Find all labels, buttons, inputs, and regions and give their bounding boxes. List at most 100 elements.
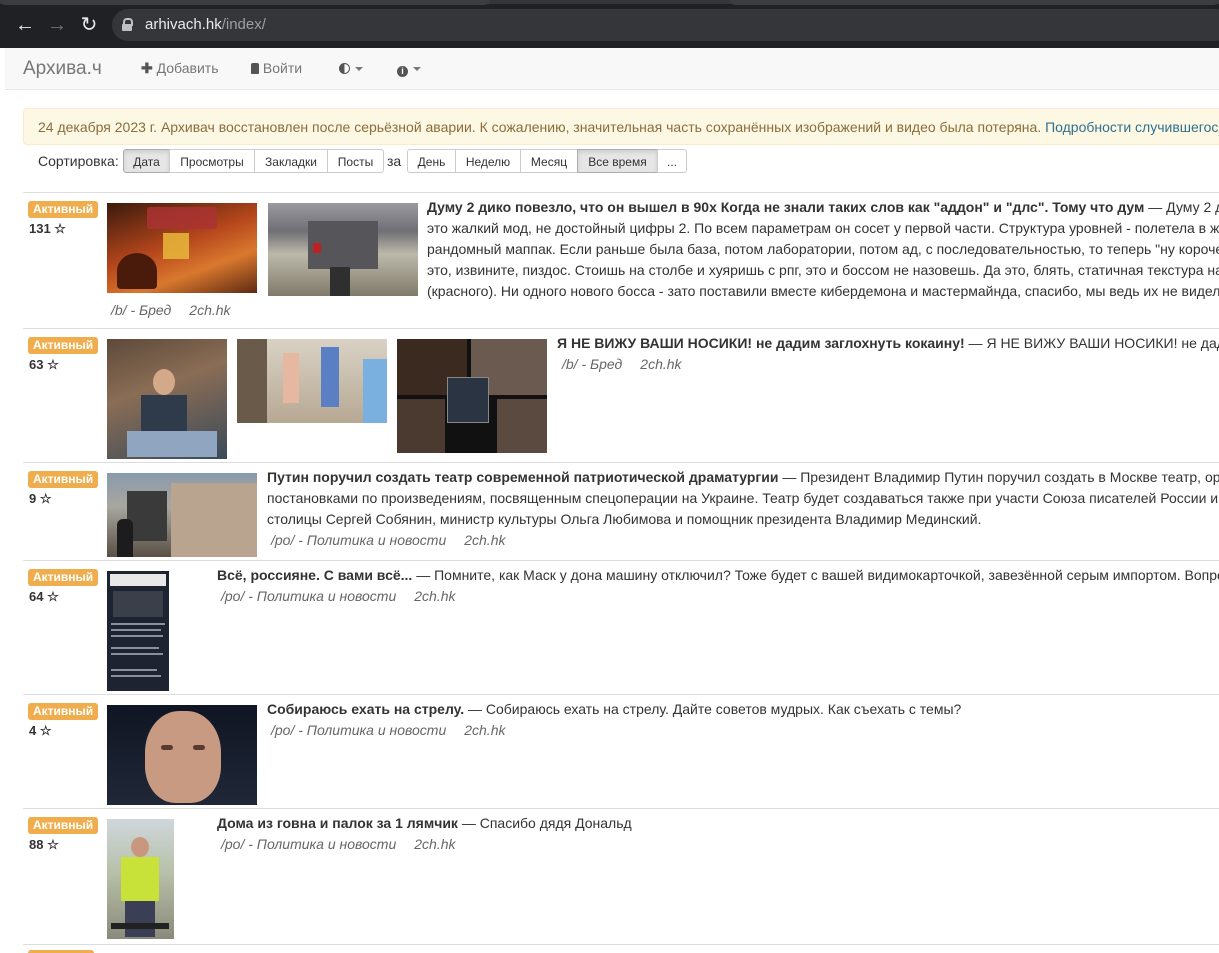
source-site: 2ch.hk [464, 532, 506, 548]
thread-excerpt: — Я НЕ ВИЖУ ВАШИ НОСИКИ! не дадим [964, 335, 1219, 351]
sort-date-button[interactable]: Дата [123, 149, 170, 173]
thread-thumbnail[interactable] [268, 203, 418, 296]
back-arrow-icon[interactable]: ← [12, 12, 38, 38]
source-site: 2ch.hk [414, 588, 456, 604]
thread-excerpt: — Собираюсь ехать на стрелу. Дайте совет… [464, 701, 962, 717]
active-badge: Активный [28, 337, 99, 354]
thread-title[interactable]: Думу 2 дико повезло, что он вышел в 90х … [427, 199, 1144, 215]
user-icon [251, 63, 259, 74]
thread-text: Всё, россияне. С вами всё... — Помните, … [217, 565, 1219, 586]
period-alltime-button[interactable]: Все время [577, 149, 658, 173]
thread-excerpt: — Думу 2 дико повезло [1148, 199, 1219, 215]
sort-views-button[interactable]: Просмотры [169, 149, 255, 173]
board-link[interactable]: /po/ - Политика и новости [271, 532, 446, 548]
thread-row: Активный 63 ☆ Я НЕ ВИЖУ ВАШИ НОСИКИ! не … [23, 328, 1219, 463]
board-link[interactable]: /b/ - Бред [111, 302, 171, 318]
thread-thumbnail[interactable] [107, 339, 227, 459]
source-site: 2ch.hk [189, 302, 231, 318]
url-host: arhivach.hk [145, 16, 222, 33]
alert-details-link[interactable]: Подробности случившегося [1045, 119, 1219, 135]
star-count: 131 ☆ [29, 221, 66, 236]
period-week-button[interactable]: Неделю [455, 149, 521, 173]
thread-excerpt: это жалкий мод, не достойный цифры 2. По… [427, 220, 1219, 236]
thread-meta: /po/ - Политика и новости 2ch.hk [271, 722, 523, 738]
thread-thumbnail[interactable] [397, 339, 547, 453]
thread-excerpt: (красного). Ни одного нового босса - зат… [427, 283, 1219, 299]
thread-text: Собираюсь ехать на стрелу. — Собираюсь е… [267, 699, 1219, 720]
star-count: 4 ☆ [29, 723, 52, 738]
theme-dropdown[interactable] [339, 60, 363, 76]
lock-icon [122, 18, 133, 31]
thread-excerpt: — Президент Владимир Путин поручил созда… [782, 469, 1219, 485]
browser-tab[interactable] [0, 0, 490, 5]
thread-title[interactable]: Дома из говна и палок за 1 лямчик [217, 815, 458, 831]
thread-meta: /po/ - Политика и новости 2ch.hk [221, 588, 473, 604]
sort-label: Сортировка: [38, 153, 119, 169]
star-count: 64 ☆ [29, 589, 59, 604]
reload-icon[interactable]: ↻ [76, 12, 102, 38]
period-month-button[interactable]: Месяц [520, 149, 578, 173]
forward-arrow-icon[interactable]: → [44, 12, 70, 38]
thread-title[interactable]: Собираюсь ехать на стрелу. [267, 701, 464, 717]
thread-row: Активный 4 ☆ Собираюсь ехать на стрелу. … [23, 694, 1219, 809]
active-badge: Активный [28, 703, 99, 720]
star-count: 88 ☆ [29, 837, 59, 852]
star-count: 9 ☆ [29, 491, 52, 506]
board-link[interactable]: /po/ - Политика и новости [271, 722, 446, 738]
info-icon: i [397, 66, 408, 77]
info-dropdown[interactable]: i [397, 60, 421, 77]
thread-row [23, 944, 1219, 953]
browser-tab[interactable] [730, 0, 1219, 5]
browser-chrome: ← → ↻ arhivach.hk/index/ [0, 0, 1219, 48]
board-link[interactable]: /po/ - Политика и новости [221, 836, 396, 852]
url-text: arhivach.hk/index/ [145, 16, 266, 33]
thread-text: Путин поручил создать театр современной … [267, 467, 1219, 530]
thread-excerpt: — Помните, как Маск у дона машину отключ… [412, 567, 1219, 583]
url-path: /index/ [221, 16, 266, 33]
period-label: за [387, 153, 402, 169]
thread-row: Активный 64 ☆ Всё, россияне. С вами всё.… [23, 560, 1219, 695]
board-link[interactable]: /po/ - Политика и новости [221, 588, 396, 604]
thread-title[interactable]: Всё, россияне. С вами всё... [217, 567, 412, 583]
add-label: Добавить [156, 60, 219, 76]
source-site: 2ch.hk [464, 722, 506, 738]
active-badge: Активный [28, 201, 99, 218]
login-label: Войти [262, 60, 303, 76]
add-button[interactable]: ✚ Добавить [141, 60, 219, 77]
thread-thumbnail[interactable] [237, 339, 387, 423]
thread-meta: /b/ - Бред 2ch.hk [562, 356, 700, 372]
login-button[interactable]: Войти [251, 60, 302, 76]
site-navbar: Архива.ч ✚ Добавить Войти i [5, 48, 1219, 90]
sort-bookmarks-button[interactable]: Закладки [254, 149, 328, 173]
address-bar[interactable]: arhivach.hk/index/ [112, 9, 1219, 41]
star-count: 63 ☆ [29, 357, 59, 372]
thread-thumbnail[interactable] [107, 473, 257, 557]
thread-meta: /b/ - Бред 2ch.hk [111, 302, 249, 318]
board-link[interactable]: /b/ - Бред [562, 356, 622, 372]
period-day-button[interactable]: День [407, 149, 456, 173]
thread-excerpt: — Спасибо дядя Дональд [457, 815, 632, 831]
thread-thumbnail[interactable] [107, 571, 169, 691]
thread-excerpt: столицы Сергей Собянин, министр культуры… [267, 511, 982, 527]
thread-text: Я НЕ ВИЖУ ВАШИ НОСИКИ! не дадим заглохну… [557, 333, 1219, 354]
thread-title[interactable]: Я НЕ ВИЖУ ВАШИ НОСИКИ! не дадим заглохну… [557, 335, 965, 351]
thread-text: Дома из говна и палок за 1 лямчик — Спас… [217, 813, 1219, 834]
thread-thumbnail[interactable] [107, 203, 257, 293]
source-site: 2ch.hk [414, 836, 456, 852]
thread-excerpt: это, извините, пиздос. Стоишь на столбе … [427, 262, 1219, 278]
chevron-down-icon [355, 67, 363, 72]
thread-title[interactable]: Путин поручил создать театр современной … [267, 469, 778, 485]
thread-row: Активный 131 ☆ Думу 2 дико повезло, что … [23, 192, 1219, 329]
active-badge: Активный [28, 569, 99, 586]
thread-thumbnail[interactable] [107, 705, 257, 805]
sort-posts-button[interactable]: Посты [327, 149, 384, 173]
period-more-button[interactable]: ... [657, 149, 687, 173]
active-badge: Активный [28, 471, 99, 488]
site-brand[interactable]: Архива.ч [23, 58, 102, 80]
thread-excerpt: постановками по произведениям, посвященн… [267, 490, 1219, 506]
thread-row: Активный 88 ☆ Дома из говна и палок за 1… [23, 808, 1219, 945]
source-site: 2ch.hk [640, 356, 682, 372]
thread-thumbnail[interactable] [107, 819, 174, 939]
recovery-alert: 24 декабря 2023 г. Архивач восстановлен … [23, 108, 1219, 145]
thread-row: Активный 9 ☆ Путин поручил создать театр… [23, 462, 1219, 561]
